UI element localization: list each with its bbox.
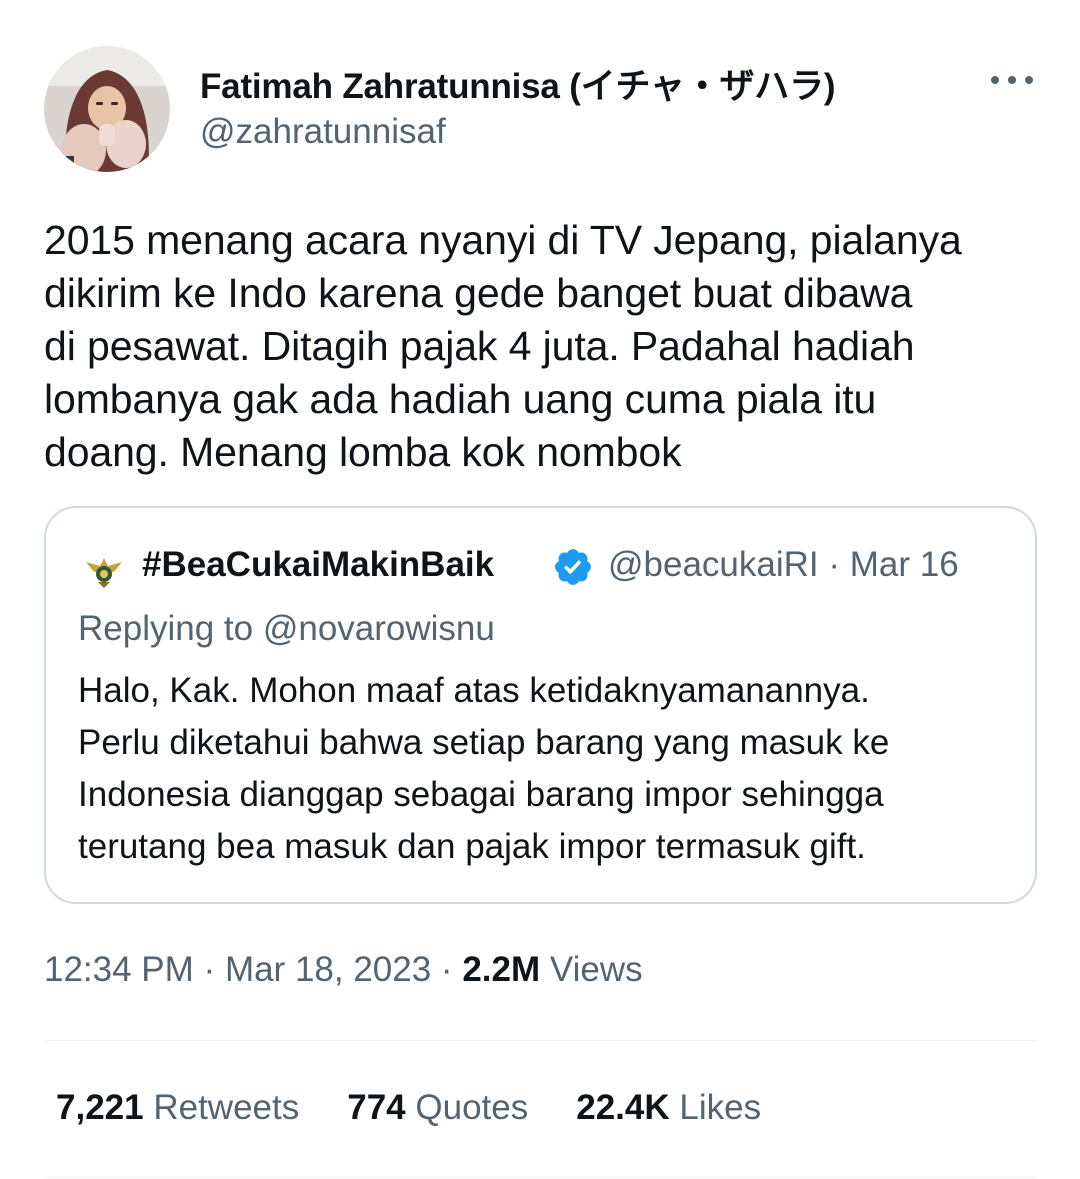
user-avatar-photo	[44, 46, 170, 172]
tweet-text: 2015 menang acara nyanyi di TV Jepang, p…	[44, 217, 962, 475]
quotes-count: 774	[347, 1088, 406, 1127]
likes-label: Likes	[679, 1088, 762, 1127]
author-avatar[interactable]	[44, 46, 170, 172]
more-horizontal-icon	[991, 76, 999, 84]
retweets-label: Retweets	[153, 1088, 300, 1127]
tweet-time[interactable]: 12:34 PM	[44, 950, 194, 989]
verified-badge-icon	[555, 549, 591, 585]
retweets-stat[interactable]: 7,221 Retweets	[56, 1088, 299, 1128]
replying-to-handle[interactable]: @novarowisnu	[263, 609, 495, 648]
divider	[44, 1040, 1037, 1041]
quoted-author-handle-date[interactable]: @beacukaiRI · Mar 16	[608, 545, 959, 585]
replying-prefix: Replying to	[78, 609, 263, 648]
retweets-count: 7,221	[56, 1088, 144, 1127]
divider	[44, 1177, 1037, 1178]
quoted-date[interactable]: Mar 16	[850, 545, 959, 584]
separator-dot: ·	[440, 950, 453, 989]
likes-stat[interactable]: 22.4K Likes	[576, 1088, 761, 1128]
author-display-name[interactable]: Fatimah Zahratunnisa (イチャ・ザハラ)	[200, 58, 836, 109]
author-handle[interactable]: @zahratunnisaf	[200, 112, 446, 152]
views-count: 2.2M	[462, 950, 541, 989]
separator-dot: ·	[203, 950, 216, 989]
quoted-tweet[interactable]: #BeaCukaiMakinBaik @beacukaiRI · Mar 16 …	[44, 506, 1037, 904]
tweet-date[interactable]: Mar 18, 2023	[225, 950, 431, 989]
quotes-label: Quotes	[415, 1088, 529, 1127]
replying-to-line: Replying to @novarowisnu	[78, 609, 495, 649]
separator-dot: ·	[828, 545, 841, 584]
quoted-author-name[interactable]: #BeaCukaiMakinBaik	[142, 545, 494, 585]
views-label: Views	[549, 950, 643, 989]
more-horizontal-icon	[1008, 76, 1016, 84]
quoted-author-handle[interactable]: @beacukaiRI	[608, 545, 819, 584]
more-options-button[interactable]	[988, 62, 1036, 98]
tweet-stats: 7,221 Retweets 774 Quotes 22.4K Likes	[56, 1088, 809, 1128]
quotes-stat[interactable]: 774 Quotes	[347, 1088, 528, 1128]
tweet-meta: 12:34 PM · Mar 18, 2023 · 2.2M Views	[44, 950, 643, 990]
bea-cukai-logo-icon	[86, 558, 122, 588]
likes-count: 22.4K	[576, 1088, 670, 1127]
more-horizontal-icon	[1025, 76, 1033, 84]
quoted-tweet-text: Halo, Kak. Mohon maaf atas ketidaknyaman…	[78, 671, 890, 866]
